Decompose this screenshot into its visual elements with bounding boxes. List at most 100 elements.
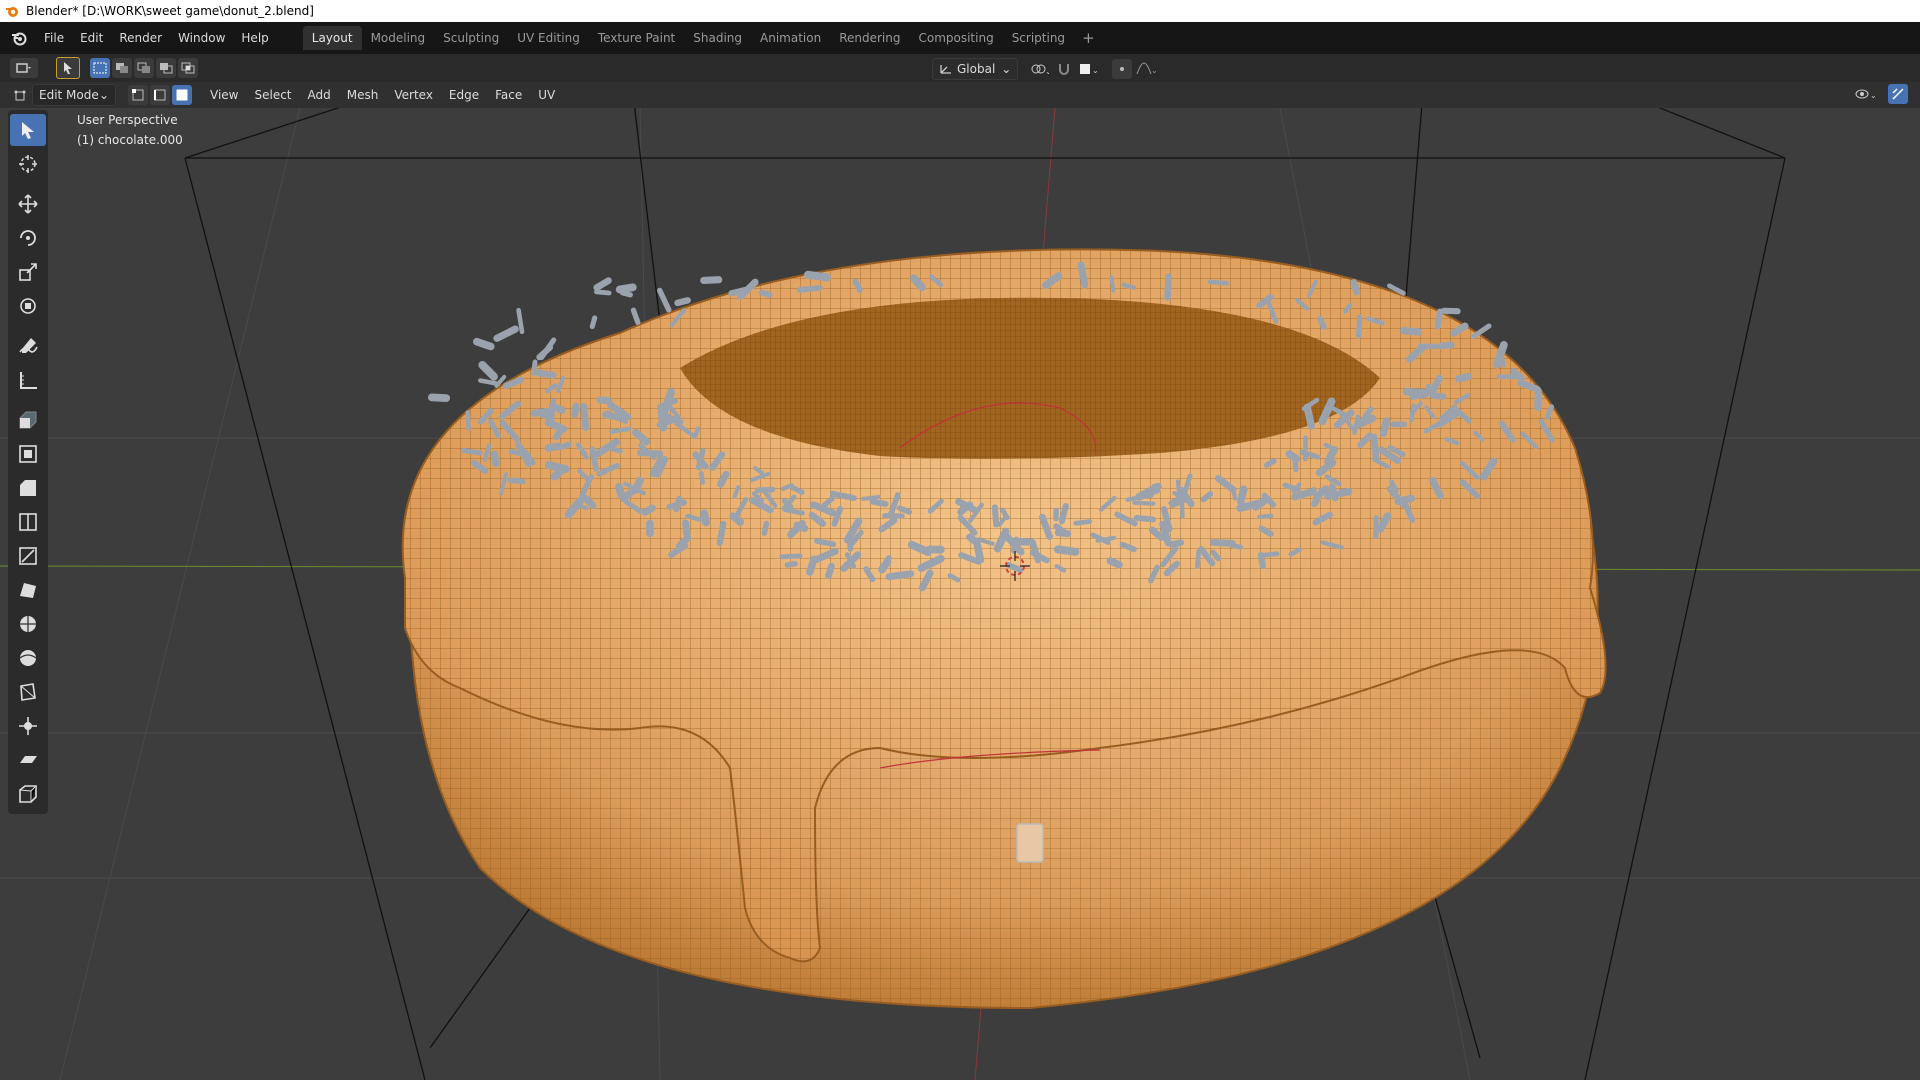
top-menubar: File Edit Render Window Help Layout Mode… bbox=[0, 22, 1920, 54]
tab-scripting[interactable]: Scripting bbox=[1003, 26, 1074, 50]
select-extend-icon[interactable] bbox=[112, 58, 132, 78]
snap-target-icon[interactable]: ⌄ bbox=[1076, 59, 1102, 79]
move-icon[interactable] bbox=[10, 188, 46, 220]
3d-viewport[interactable] bbox=[0, 108, 1920, 1080]
select-invert-icon[interactable] bbox=[156, 58, 176, 78]
donut-mesh[interactable] bbox=[401, 248, 1607, 1010]
sprinkle bbox=[589, 315, 598, 330]
tab-shading[interactable]: Shading bbox=[684, 26, 751, 50]
blender-menu-icon[interactable] bbox=[10, 29, 28, 47]
shrink-fatten-icon[interactable] bbox=[10, 710, 46, 742]
sprinkle bbox=[1261, 551, 1280, 558]
tab-rendering[interactable]: Rendering bbox=[830, 26, 909, 50]
menu-mesh[interactable]: Mesh bbox=[339, 85, 387, 105]
select-subtract-icon[interactable] bbox=[134, 58, 154, 78]
tab-modeling[interactable]: Modeling bbox=[362, 26, 435, 50]
annotate-icon[interactable] bbox=[10, 330, 46, 362]
sprinkle bbox=[761, 520, 770, 536]
shear-icon[interactable] bbox=[10, 744, 46, 776]
pivot-point-icon[interactable]: ⌄ bbox=[1026, 59, 1052, 79]
poly-build-icon[interactable] bbox=[10, 574, 46, 606]
menu-vertex[interactable]: Vertex bbox=[386, 85, 441, 105]
tab-uv-editing[interactable]: UV Editing bbox=[508, 26, 589, 50]
sprinkle bbox=[1058, 503, 1069, 525]
menu-select[interactable]: Select bbox=[246, 85, 299, 105]
spin-icon[interactable] bbox=[10, 608, 46, 640]
menu-render[interactable]: Render bbox=[111, 27, 170, 49]
sprinkle bbox=[1400, 326, 1423, 336]
select-tool-icon[interactable] bbox=[56, 57, 80, 79]
smooth-icon[interactable] bbox=[10, 642, 46, 674]
knife-icon[interactable] bbox=[10, 540, 46, 572]
sprinkle bbox=[716, 520, 727, 546]
empty-object[interactable] bbox=[1016, 823, 1044, 863]
sprinkle bbox=[1454, 372, 1473, 383]
bevel-icon[interactable] bbox=[10, 472, 46, 504]
sprinkle bbox=[536, 344, 554, 361]
sprinkle bbox=[593, 277, 612, 291]
edge-slide-icon[interactable] bbox=[10, 676, 46, 708]
select-mode-group bbox=[126, 85, 192, 105]
sprinkle bbox=[630, 307, 641, 325]
sprinkle bbox=[594, 289, 612, 296]
menu-uv[interactable]: UV bbox=[530, 85, 563, 105]
tab-sculpting[interactable]: Sculpting bbox=[434, 26, 508, 50]
tab-layout[interactable]: Layout bbox=[302, 26, 362, 50]
sprinkle bbox=[1121, 282, 1137, 290]
cursor-icon[interactable] bbox=[10, 148, 46, 180]
menu-face[interactable]: Face bbox=[487, 85, 530, 105]
tab-compositing[interactable]: Compositing bbox=[909, 26, 1002, 50]
sprinkle bbox=[966, 533, 981, 547]
edge-select-icon[interactable] bbox=[150, 85, 170, 105]
menu-view[interactable]: View bbox=[202, 85, 246, 105]
sprinkle bbox=[1434, 308, 1444, 330]
sprinkle bbox=[814, 538, 837, 548]
sprinkle bbox=[804, 270, 831, 282]
proportional-edit-icon[interactable] bbox=[1112, 59, 1133, 79]
menu-edge[interactable]: Edge bbox=[441, 85, 487, 105]
menu-edit[interactable]: Edit bbox=[72, 27, 111, 49]
sprinkle bbox=[1109, 275, 1116, 293]
tool-separator bbox=[8, 324, 48, 328]
tab-texture-paint[interactable]: Texture Paint bbox=[589, 26, 684, 50]
select-intersect-icon[interactable] bbox=[178, 58, 198, 78]
gizmo-toggle-icon[interactable] bbox=[1888, 84, 1908, 104]
menu-help[interactable]: Help bbox=[233, 27, 276, 49]
rotate-icon[interactable] bbox=[10, 222, 46, 254]
sprinkle bbox=[478, 361, 498, 381]
loop-cut-icon[interactable] bbox=[10, 506, 46, 538]
transform-icon[interactable] bbox=[10, 290, 46, 322]
sprinkle bbox=[1073, 519, 1093, 526]
mode-dropdown[interactable]: Edit Mode ⌄ bbox=[32, 84, 116, 106]
face-select-icon[interactable] bbox=[172, 85, 192, 105]
sprinkle bbox=[619, 290, 633, 298]
sprinkle bbox=[1209, 538, 1236, 547]
transform-settings: Global ⌄ ⌄ ⌄ ⌄ bbox=[932, 58, 1160, 80]
sprinkle bbox=[1106, 557, 1123, 569]
sprinkle bbox=[1132, 500, 1156, 506]
add-workspace-button[interactable]: + bbox=[1074, 25, 1103, 51]
select-box-icon[interactable] bbox=[10, 114, 46, 146]
svg-text:⌄: ⌄ bbox=[1870, 91, 1877, 100]
sprinkle bbox=[793, 521, 809, 532]
inset-icon[interactable] bbox=[10, 438, 46, 470]
vertex-select-icon[interactable] bbox=[128, 85, 148, 105]
menu-file[interactable]: File bbox=[36, 27, 72, 49]
sprinkle bbox=[1303, 403, 1316, 430]
visibility-icon[interactable]: ⌄ bbox=[1852, 84, 1880, 104]
select-new-icon[interactable] bbox=[90, 58, 110, 78]
snap-icon[interactable] bbox=[1054, 59, 1074, 79]
rip-icon[interactable] bbox=[10, 778, 46, 810]
menu-add[interactable]: Add bbox=[300, 85, 339, 105]
measure-icon[interactable] bbox=[10, 364, 46, 396]
menu-window[interactable]: Window bbox=[170, 27, 233, 49]
tab-animation[interactable]: Animation bbox=[751, 26, 830, 50]
falloff-icon[interactable]: ⌄ bbox=[1134, 59, 1160, 79]
sprinkle bbox=[1175, 479, 1182, 498]
sprinkle bbox=[673, 495, 683, 513]
scale-icon[interactable] bbox=[10, 256, 46, 288]
sprinkle bbox=[878, 557, 892, 574]
transform-orientation-dropdown[interactable]: Global ⌄ bbox=[932, 58, 1019, 80]
editor-type-icon[interactable] bbox=[10, 58, 38, 78]
extrude-icon[interactable] bbox=[10, 404, 46, 436]
